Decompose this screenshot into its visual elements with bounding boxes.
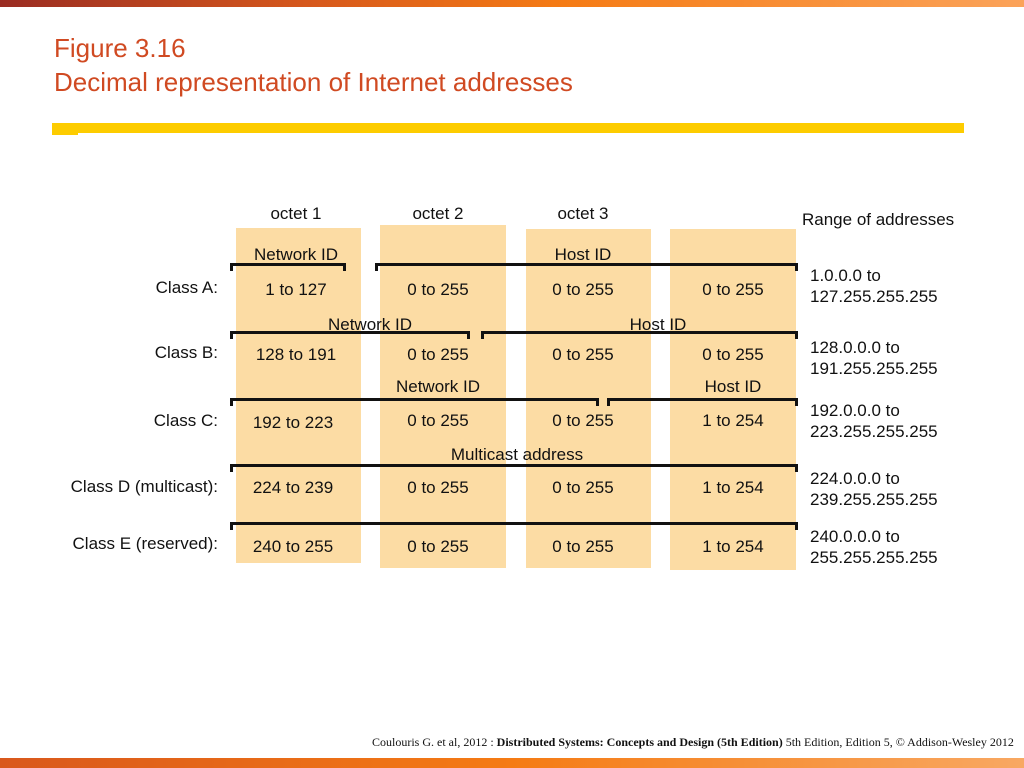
class-c-octet-4: 1 to 254 <box>702 411 764 430</box>
class-a-host-bracket <box>375 263 798 271</box>
class-a-range-end: 127.255.255.255 <box>810 287 938 306</box>
class-d-range-start: 224.0.0.0 to <box>810 469 900 488</box>
class-d-octet-4: 1 to 254 <box>702 478 764 497</box>
class-b-host-bracket <box>481 331 798 339</box>
class-c-host-id-label: Host ID <box>704 377 762 396</box>
class-b-label: Class B: <box>154 343 218 362</box>
class-e-bracket <box>230 522 798 530</box>
range-header: Range of addresses <box>802 210 955 229</box>
class-b-range-end: 191.255.255.255 <box>810 359 938 378</box>
class-d-range-end: 239.255.255.255 <box>810 490 938 509</box>
class-b-octet-3: 0 to 255 <box>552 345 614 364</box>
class-a-octet-3: 0 to 255 <box>552 280 614 299</box>
class-b-octet-4: 0 to 255 <box>702 345 764 364</box>
class-c-octet-1: 192 to 223 <box>252 413 334 432</box>
citation-book-title: Distributed Systems: Concepts and Design… <box>496 735 783 749</box>
citation: Coulouris G. et al, 2012 : Distributed S… <box>372 735 1014 750</box>
class-d-label: Class D (multicast): <box>70 477 218 496</box>
citation-authors: Coulouris G. et al, 2012 : <box>372 735 497 749</box>
class-d-octet-3: 0 to 255 <box>552 478 614 497</box>
class-c-host-bracket <box>607 398 798 406</box>
class-b-octet-2: 0 to 255 <box>407 345 469 364</box>
citation-publisher: 5th Edition, Edition 5, © Addison-Wesley… <box>782 735 1014 749</box>
class-c-octet-2: 0 to 255 <box>407 411 469 430</box>
accent-bar <box>52 123 964 133</box>
octet-1-header: octet 1 <box>270 204 322 223</box>
class-d-multicast-label: Multicast address <box>450 445 584 464</box>
class-e-octet-4: 1 to 254 <box>702 537 764 556</box>
octet-2-header: octet 2 <box>412 204 464 223</box>
class-a-network-bracket <box>230 263 346 271</box>
class-e-range-start: 240.0.0.0 to <box>810 527 900 546</box>
class-d-bracket <box>230 464 798 472</box>
class-b-range-start: 128.0.0.0 to <box>810 338 900 357</box>
class-c-network-bracket <box>230 398 599 406</box>
class-e-octet-2: 0 to 255 <box>407 537 469 556</box>
class-e-octet-3: 0 to 255 <box>552 537 614 556</box>
class-a-host-id-label: Host ID <box>554 245 612 264</box>
class-a-octet-2: 0 to 255 <box>407 280 469 299</box>
class-a-range-start: 1.0.0.0 to <box>810 266 881 285</box>
class-e-label: Class E (reserved): <box>72 534 218 553</box>
class-c-range-end: 223.255.255.255 <box>810 422 938 441</box>
top-gradient-bar <box>0 0 1024 7</box>
class-b-octet-1: 128 to 191 <box>255 345 337 364</box>
octet-1-column <box>236 228 361 563</box>
class-e-octet-1: 240 to 255 <box>252 537 334 556</box>
class-e-range-end: 255.255.255.255 <box>810 548 938 567</box>
class-d-octet-1: 224 to 239 <box>252 478 334 497</box>
class-a-octet-4: 0 to 255 <box>702 280 764 299</box>
bottom-gradient-bar <box>0 758 1024 768</box>
class-a-network-id-label: Network ID <box>253 245 339 264</box>
accent-bar-notch <box>52 133 78 135</box>
class-d-octet-2: 0 to 255 <box>407 478 469 497</box>
class-c-label: Class C: <box>153 411 218 430</box>
class-a-label: Class A: <box>155 278 218 297</box>
figure-title: Decimal representation of Internet addre… <box>54 67 573 97</box>
class-c-octet-3: 0 to 255 <box>552 411 614 430</box>
class-c-network-id-label: Network ID <box>395 377 481 396</box>
class-a-octet-1: 1 to 127 <box>265 280 327 299</box>
octet-3-header: octet 3 <box>557 204 609 223</box>
figure-number: Figure 3.16 <box>54 33 186 63</box>
class-c-range-start: 192.0.0.0 to <box>810 401 900 420</box>
class-b-network-bracket <box>230 331 470 339</box>
